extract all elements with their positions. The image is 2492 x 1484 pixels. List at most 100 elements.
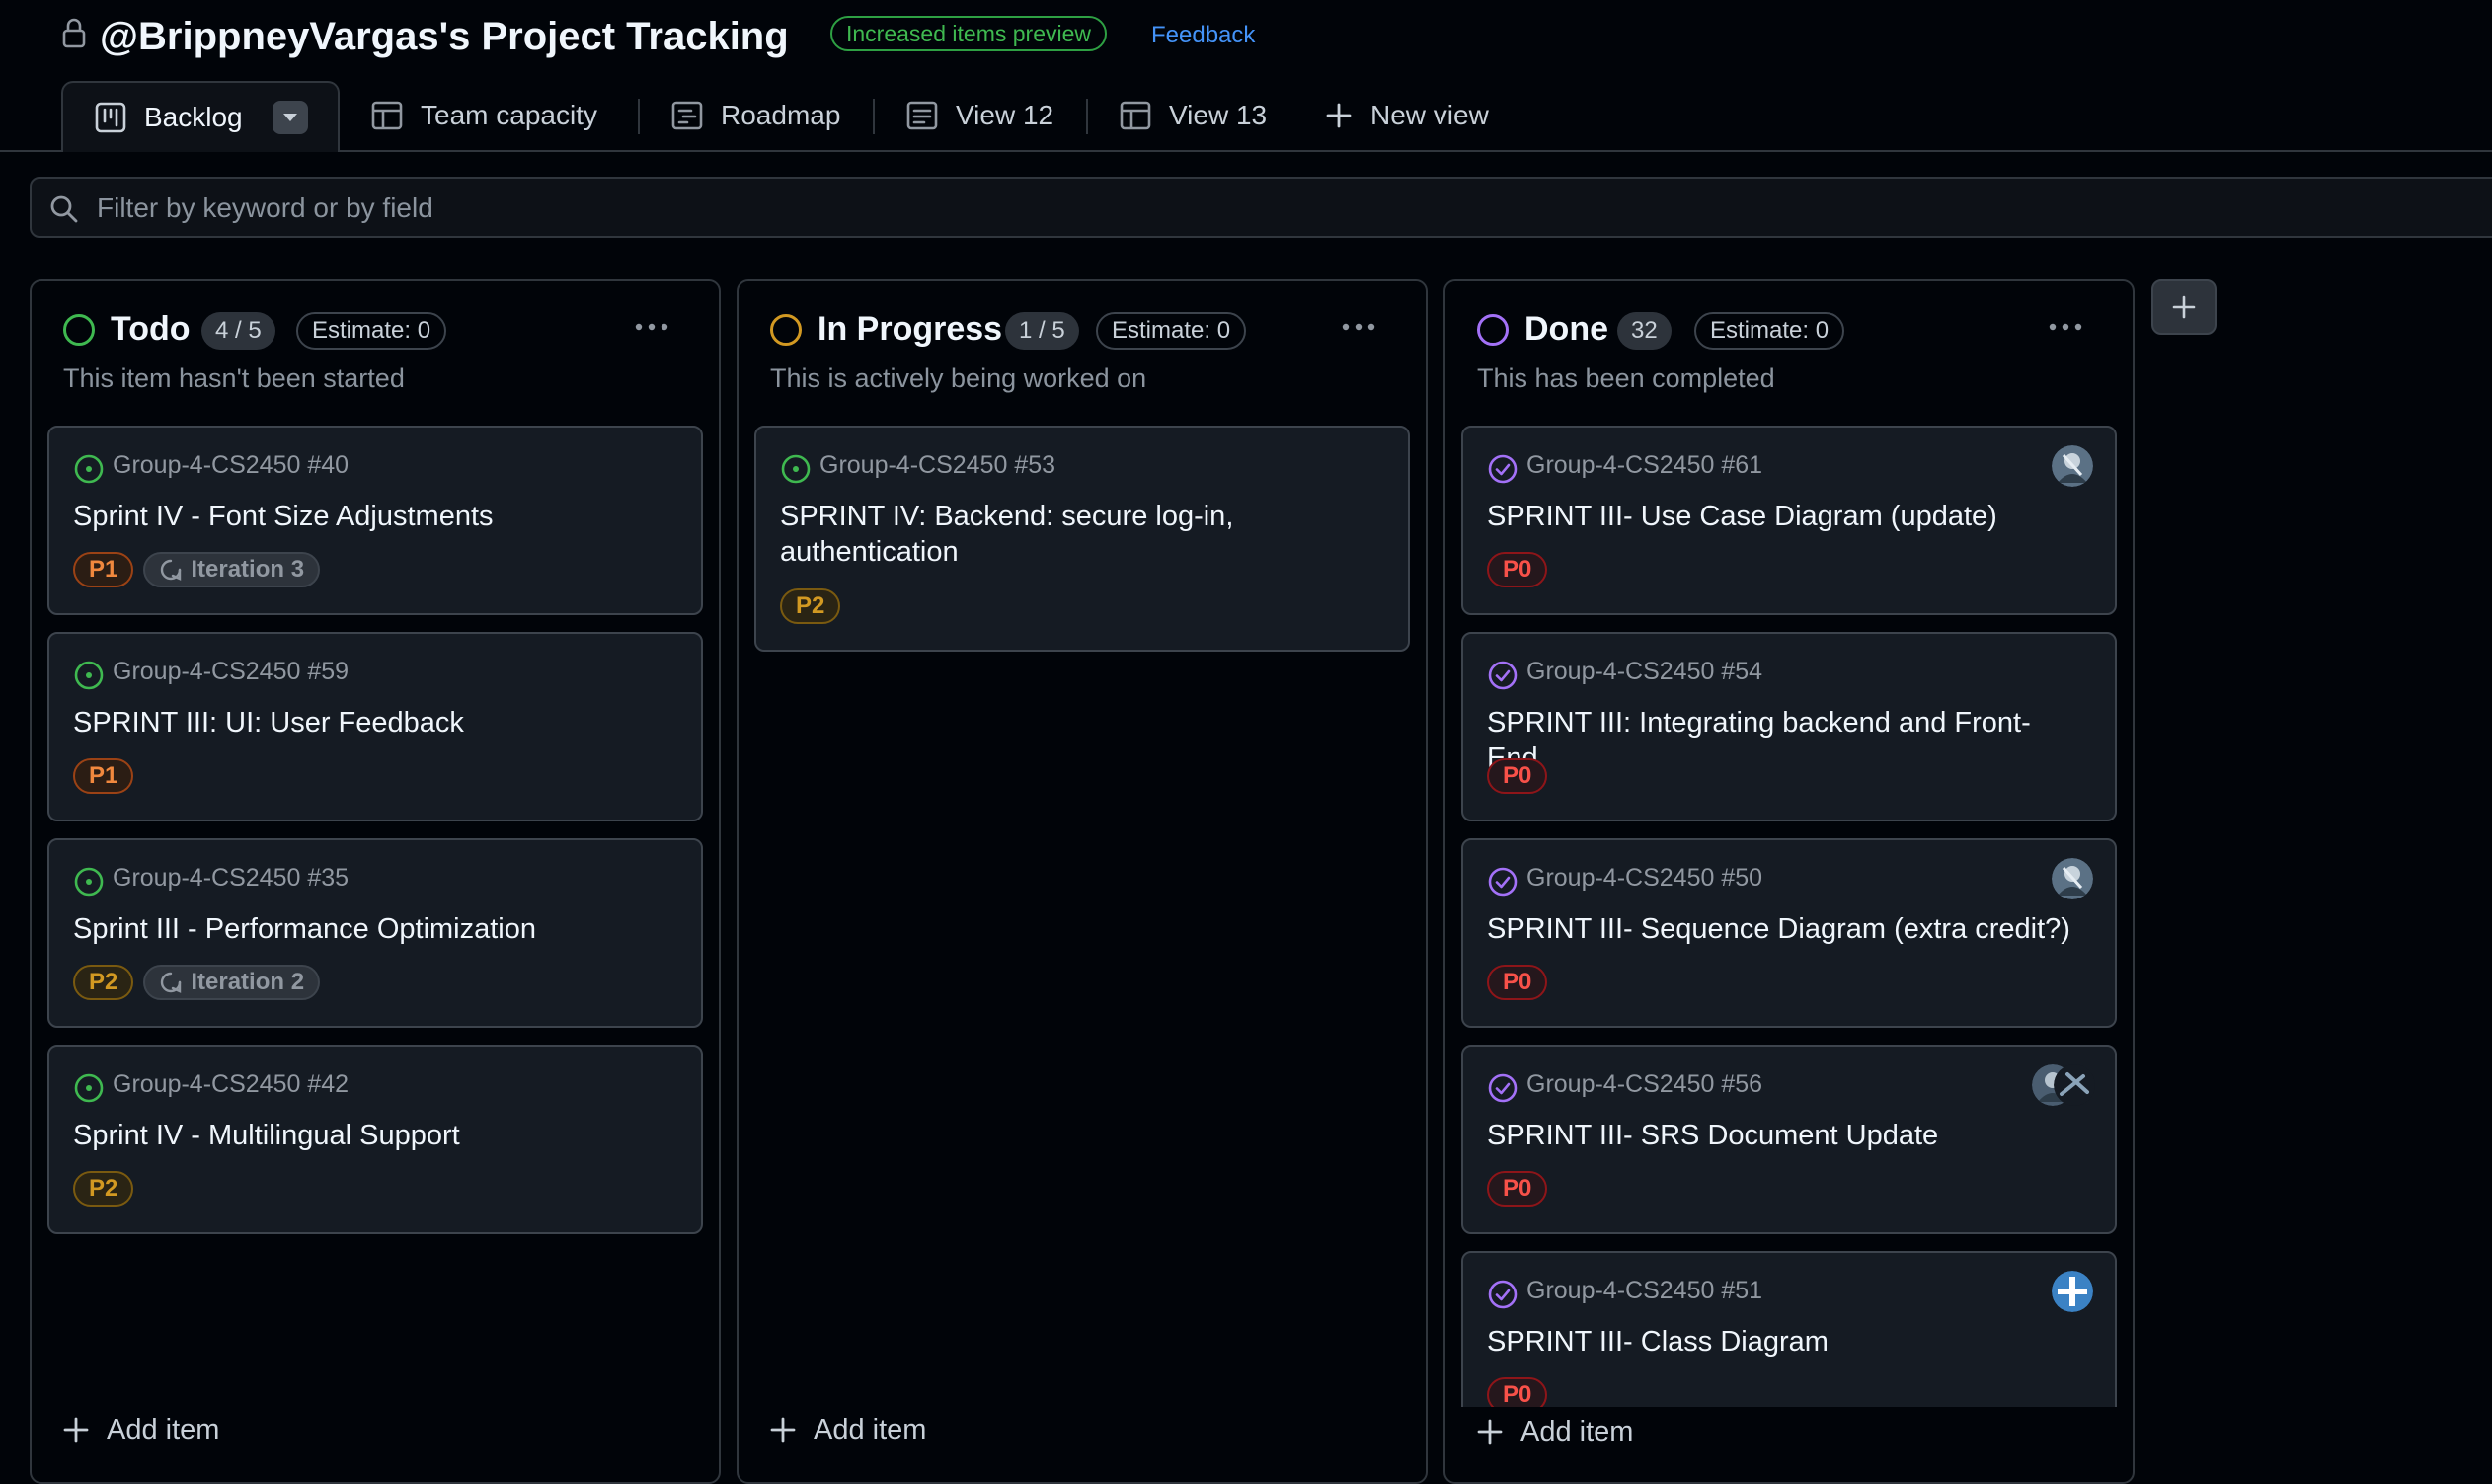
plus-icon [770, 1417, 796, 1443]
issue-opened-icon [780, 453, 812, 485]
column-description: This has been completed [1477, 363, 1775, 393]
add-item-button[interactable]: Add item [770, 1405, 926, 1454]
iteration-label: Iteration 3 [143, 552, 321, 587]
plus-icon [1477, 1419, 1503, 1445]
card-item[interactable]: Group-4-CS2450 #50 SPRINT III- Sequence … [1461, 838, 2117, 1028]
card-item[interactable]: Group-4-CS2450 #35 Sprint III - Performa… [47, 838, 703, 1028]
issue-reference[interactable]: Group-4-CS2450 #59 [113, 658, 349, 686]
issue-reference[interactable]: Group-4-CS2450 #53 [819, 451, 1055, 480]
card-item[interactable]: Group-4-CS2450 #53 SPRINT IV: Backend: s… [754, 426, 1410, 652]
card-labels: P2 [780, 588, 841, 624]
iteration-icon [159, 971, 183, 994]
issue-closed-icon [1487, 660, 1519, 691]
add-item-button[interactable]: Add item [1477, 1407, 1633, 1456]
card-item[interactable]: Group-4-CS2450 #61 SPRINT III- Use Case … [1461, 426, 2117, 615]
column-menu-button[interactable] [1331, 307, 1386, 347]
issue-reference[interactable]: Group-4-CS2450 #54 [1526, 658, 1762, 686]
add-item-label: Add item [107, 1413, 220, 1445]
search-icon [49, 195, 79, 224]
column-item-count: 1 / 5 [1005, 312, 1079, 350]
new-view-button[interactable]: New view [1325, 81, 1489, 150]
tab-label: Backlog [144, 102, 243, 132]
issue-reference[interactable]: Group-4-CS2450 #61 [1526, 451, 1762, 480]
project-title: @BrippneyVargas's Project Tracking [100, 15, 789, 58]
column-item-count: 4 / 5 [201, 312, 275, 350]
filter-input[interactable] [95, 179, 1876, 238]
tab-team-capacity[interactable]: Team capacity [371, 81, 597, 150]
card-item[interactable]: Group-4-CS2450 #56 SPRINT III- SRS Docum… [1461, 1045, 2117, 1234]
assignee-avatar[interactable] [2052, 858, 2093, 899]
issue-opened-icon [73, 453, 105, 485]
issue-opened-icon [73, 1072, 105, 1104]
assignee-avatar[interactable] [2052, 1271, 2093, 1312]
board-icon [95, 102, 126, 133]
assignee-avatar[interactable] [2054, 1064, 2095, 1106]
priority-label: P0 [1487, 1377, 1548, 1407]
tab-backlog[interactable]: Backlog [61, 81, 340, 152]
column-todo: Todo 4 / 5 Estimate: 0 This item hasn't … [30, 279, 721, 1484]
column-menu-button[interactable] [624, 307, 679, 347]
card-title[interactable]: SPRINT III: Integrating backend and Fron… [1487, 705, 2079, 776]
column-in-progress: In Progress 1 / 5 Estimate: 0 This is ac… [737, 279, 1428, 1484]
feedback-link[interactable]: Feedback [1151, 20, 1255, 51]
card-labels: P1 Iteration 3 [73, 552, 321, 587]
project-header: @BrippneyVargas's Project Tracking Incre… [0, 0, 2492, 152]
issue-reference[interactable]: Group-4-CS2450 #40 [113, 451, 349, 480]
priority-label: P0 [1487, 552, 1548, 587]
column-title: In Progress [818, 310, 1003, 348]
tab-roadmap[interactable]: Roadmap [671, 81, 840, 150]
issue-reference[interactable]: Group-4-CS2450 #35 [113, 864, 349, 893]
plus-icon [1325, 102, 1353, 129]
tab-divider [873, 99, 875, 134]
card-item[interactable]: Group-4-CS2450 #51 SPRINT III- Class Dia… [1461, 1251, 2117, 1407]
card-title[interactable]: SPRINT III: UI: User Feedback [73, 705, 665, 741]
card-item[interactable]: Group-4-CS2450 #40 Sprint IV - Font Size… [47, 426, 703, 615]
plus-icon [2171, 294, 2197, 320]
assignee-avatar[interactable] [2052, 445, 2093, 487]
tab-label: New view [1370, 100, 1489, 130]
card-labels: P0 [1487, 1377, 1548, 1407]
tab-view-12[interactable]: View 12 [906, 81, 1053, 150]
priority-label: P1 [73, 552, 134, 587]
issue-reference[interactable]: Group-4-CS2450 #56 [1526, 1070, 1762, 1099]
card-item[interactable]: Group-4-CS2450 #59 SPRINT III: UI: User … [47, 632, 703, 821]
card-labels: P2 Iteration 2 [73, 965, 321, 1000]
priority-label: P2 [73, 965, 134, 1000]
column-header: In Progress 1 / 5 Estimate: 0 This is ac… [739, 281, 1426, 420]
priority-label: P2 [780, 588, 841, 624]
priority-label: P1 [73, 758, 134, 794]
card-list[interactable]: Group-4-CS2450 #61 SPRINT III- Use Case … [1445, 420, 2133, 1407]
card-title[interactable]: SPRINT III- Sequence Diagram (extra cred… [1487, 911, 2079, 947]
card-title[interactable]: SPRINT III- SRS Document Update [1487, 1118, 2079, 1153]
priority-label: P0 [1487, 1171, 1548, 1207]
roadmap-icon [671, 100, 703, 131]
card-labels: P0 [1487, 1171, 1548, 1207]
card-title[interactable]: SPRINT III- Use Case Diagram (update) [1487, 499, 2079, 534]
issue-reference[interactable]: Group-4-CS2450 #42 [113, 1070, 349, 1099]
tab-view-13[interactable]: View 13 [1120, 81, 1267, 150]
issue-reference[interactable]: Group-4-CS2450 #50 [1526, 864, 1762, 893]
column-header: Done 32 Estimate: 0 This has been comple… [1445, 281, 2133, 420]
done-status-icon [1477, 314, 1509, 346]
column-title: Todo [111, 310, 191, 348]
card-title[interactable]: SPRINT III- Class Diagram [1487, 1324, 2079, 1360]
priority-label: P0 [1487, 758, 1548, 794]
card-title[interactable]: SPRINT IV: Backend: secure log-in, authe… [780, 499, 1372, 570]
view-options-button[interactable] [272, 101, 308, 134]
card-title[interactable]: Sprint IV - Multilingual Support [73, 1118, 665, 1153]
card-title[interactable]: Sprint III - Performance Optimization [73, 911, 665, 947]
card-title[interactable]: Sprint IV - Font Size Adjustments [73, 499, 665, 534]
issue-closed-icon [1487, 453, 1519, 485]
column-menu-button[interactable] [2038, 307, 2093, 347]
card-item[interactable]: Group-4-CS2450 #54 SPRINT III: Integrati… [1461, 632, 2117, 821]
column-description: This is actively being worked on [770, 363, 1147, 393]
add-item-button[interactable]: Add item [63, 1405, 219, 1454]
add-column-button[interactable] [2151, 279, 2217, 335]
filter-bar[interactable] [30, 177, 2492, 238]
card-item[interactable]: Group-4-CS2450 #42 Sprint IV - Multiling… [47, 1045, 703, 1234]
kebab-horizontal-icon [2049, 323, 2082, 331]
tab-label: View 13 [1169, 100, 1268, 130]
column-item-count: 32 [1617, 312, 1672, 350]
issue-reference[interactable]: Group-4-CS2450 #51 [1526, 1277, 1762, 1305]
iteration-label: Iteration 2 [143, 965, 321, 1000]
